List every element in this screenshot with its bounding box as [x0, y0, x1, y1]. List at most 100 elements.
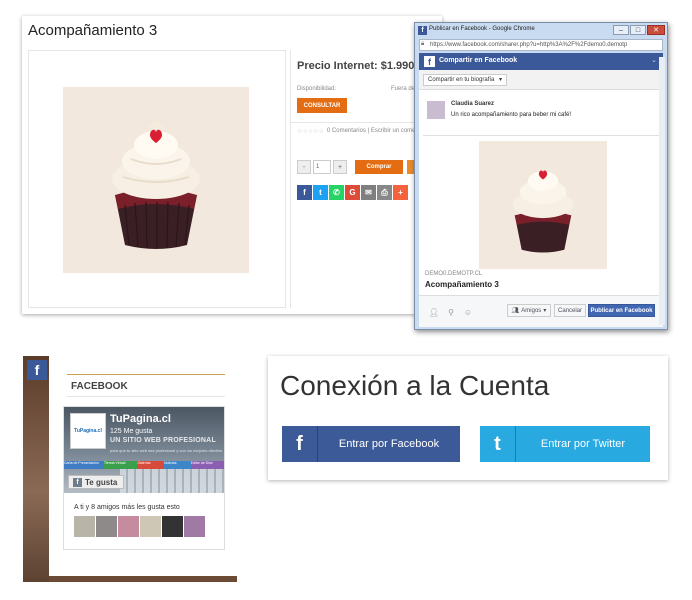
- cover-slogan: UN SITIO WEB PROFESIONAL: [110, 437, 216, 444]
- consult-button[interactable]: CONSULTAR: [297, 98, 347, 113]
- cancel-button[interactable]: Cancelar: [554, 304, 586, 317]
- cover-tab: Carta de Presentación: [64, 461, 104, 469]
- google-plus-icon[interactable]: G: [345, 185, 360, 200]
- publish-button[interactable]: Publicar en Facebook: [588, 304, 655, 317]
- facebook-icon: f: [424, 56, 435, 67]
- divider: [67, 374, 225, 375]
- chevron-down-icon[interactable]: ⌄: [651, 56, 657, 64]
- minimize-button[interactable]: –: [613, 25, 629, 35]
- divider: [67, 396, 225, 397]
- link-domain: DEMO0.DEMOTP.CL: [425, 271, 483, 277]
- window-title: Publicar en Facebook - Google Chrome: [429, 26, 535, 32]
- facebook-widget: f FACEBOOK Carta de Presentación Tienda …: [23, 356, 237, 582]
- friends-avatars: [74, 516, 205, 537]
- cover-tabs: Carta de Presentación Tienda Virtual Gal…: [64, 461, 224, 469]
- login-title: Conexión a la Cuenta: [280, 370, 550, 401]
- maximize-button[interactable]: □: [630, 25, 646, 35]
- share-buttons: f t ✆ G ✉ ⎙ +: [297, 185, 408, 200]
- cover-tab: Editor de Dise: [190, 461, 224, 469]
- page-name[interactable]: TuPagina.cl: [110, 413, 171, 425]
- avatar[interactable]: [96, 516, 117, 537]
- window-titlebar[interactable]: f Publicar en Facebook - Google Chrome –…: [415, 23, 667, 39]
- cover-tab: Noticias: [164, 461, 191, 469]
- link-title: Acompañamiento 3: [425, 280, 499, 289]
- user-name: Claudia Suarez: [451, 101, 495, 107]
- location-icon[interactable]: ⚲: [446, 307, 456, 317]
- dialog-title: Compartir en Facebook: [439, 57, 518, 64]
- chevron-down-icon: ▾: [543, 308, 547, 314]
- scrollbar[interactable]: [659, 57, 665, 325]
- availability-value: Fuera de: [391, 86, 416, 92]
- widget-panel: FACEBOOK Carta de Presentación Tienda Vi…: [49, 356, 237, 576]
- chevron-down-icon: ▾: [499, 77, 503, 83]
- qty-input[interactable]: 1: [313, 160, 331, 174]
- product-page: Acompañamiento 3 Precio Internet: $1.990…: [22, 16, 443, 314]
- audience-select[interactable]: 👥︎ Amigos ▾: [507, 304, 551, 317]
- facebook-icon: f: [282, 426, 318, 462]
- people-icon: 👥︎: [511, 308, 520, 314]
- facebook-icon[interactable]: f: [297, 185, 312, 200]
- cover-slogan-sub: para que tu sitio web sea profesional y …: [110, 448, 223, 453]
- message-input[interactable]: Un rico acompañamiento para beber mi caf…: [451, 112, 571, 118]
- whatsapp-icon[interactable]: ✆: [329, 185, 344, 200]
- facebook-page-plugin: Carta de Presentación Tienda Virtual Gal…: [63, 406, 225, 550]
- rating-stars-icon: ☆☆☆☆☆: [297, 129, 324, 135]
- like-button[interactable]: f Te gusta: [68, 475, 124, 489]
- availability-label: Disponibilidad:: [297, 86, 337, 92]
- avatar[interactable]: [184, 516, 205, 537]
- twitter-login-button[interactable]: t Entrar por Twitter: [480, 426, 650, 462]
- dialog-footer: 👤︎ ⚲ ☺ 👥︎ Amigos ▾ Cancelar Publicar en …: [419, 295, 663, 327]
- account-login-box: Conexión a la Cuenta f Entrar por Facebo…: [268, 356, 668, 480]
- cover-tab: Tienda Virtual: [104, 461, 138, 469]
- qty-minus-button[interactable]: -: [297, 160, 311, 174]
- buy-button[interactable]: Comprar: [355, 160, 403, 174]
- twitter-icon: t: [480, 426, 516, 462]
- quantity-stepper: - 1 +: [297, 160, 347, 174]
- link-preview-image: [479, 141, 607, 269]
- divider: [423, 135, 659, 136]
- twitter-icon[interactable]: t: [313, 185, 328, 200]
- product-image-frame: [28, 50, 286, 308]
- cupcake-image: [512, 170, 574, 253]
- destination-select[interactable]: Compartir en tu biografía ▾: [423, 74, 508, 86]
- facebook-login-label: Entrar por Facebook: [338, 438, 440, 450]
- destination-value: Compartir en tu biografía: [428, 77, 495, 83]
- avatar[interactable]: [74, 516, 95, 537]
- avatar[interactable]: [118, 516, 139, 537]
- page-logo: TuPagina.cl: [70, 413, 106, 449]
- dialog-header: f Compartir en Facebook ⌄: [419, 53, 663, 70]
- avatar[interactable]: [162, 516, 183, 537]
- facebook-login-button[interactable]: f Entrar por Facebook: [282, 426, 460, 462]
- cupcake-image: [112, 122, 200, 249]
- destination-bar: Compartir en tu biografía ▾: [419, 70, 663, 90]
- keyboard-photo: [120, 469, 224, 493]
- reviews-link[interactable]: 0 Comentarios | Escribir un comen: [327, 128, 419, 135]
- more-icon[interactable]: +: [393, 185, 408, 200]
- address-bar[interactable]: https://www.facebook.com/sharer.php?u=ht…: [419, 39, 663, 51]
- facebook-icon: f: [418, 26, 427, 35]
- print-icon[interactable]: ⎙: [377, 185, 392, 200]
- lock-icon: 🔒︎: [421, 41, 425, 47]
- close-button[interactable]: ✕: [647, 25, 665, 35]
- price-label: Precio Internet: $1.990: [297, 60, 415, 72]
- email-icon[interactable]: ✉: [361, 185, 376, 200]
- product-image[interactable]: [63, 87, 249, 273]
- cover-tab: Galerías: [137, 461, 164, 469]
- facebook-share-window: f Publicar en Facebook - Google Chrome –…: [414, 22, 668, 330]
- avatar[interactable]: [140, 516, 161, 537]
- background-photo: [23, 356, 49, 582]
- tag-friends-icon[interactable]: 👤︎: [429, 307, 439, 317]
- page-cover[interactable]: Carta de Presentación Tienda Virtual Gal…: [64, 407, 224, 493]
- product-title: Acompañamiento 3: [28, 22, 158, 39]
- rating-and-reviews: ☆☆☆☆☆ 0 Comentarios | Escribir un comen: [297, 128, 419, 135]
- page-likes: 125 Me gusta: [110, 428, 153, 435]
- widget-title: FACEBOOK: [71, 381, 128, 392]
- audience-label: Amigos: [521, 307, 542, 314]
- facebook-icon[interactable]: f: [27, 360, 47, 380]
- emoji-icon[interactable]: ☺: [463, 307, 473, 317]
- avatar: [427, 101, 445, 119]
- qty-plus-button[interactable]: +: [333, 160, 347, 174]
- friends-like-text: A ti y 8 amigos más les gusta esto: [74, 504, 180, 511]
- twitter-login-label: Entrar por Twitter: [540, 438, 626, 450]
- like-label: Te gusta: [85, 477, 118, 487]
